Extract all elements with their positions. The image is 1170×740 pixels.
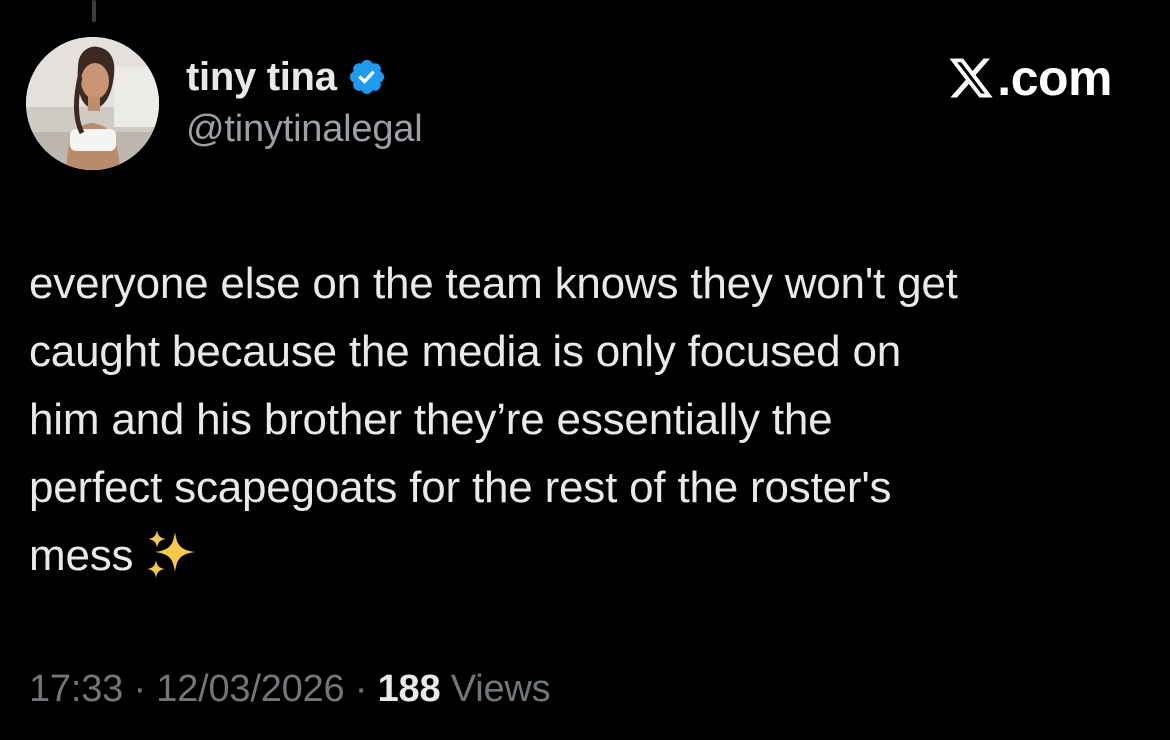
author-name-row[interactable]: tiny tina <box>186 52 387 102</box>
post-time[interactable]: 17:33 <box>29 668 123 710</box>
post-meta: 17:33 · 12/03/2026 · 188 Views <box>29 668 551 711</box>
sparkles-icon <box>143 526 199 582</box>
author-handle[interactable]: @tinytinalegal <box>186 108 423 151</box>
brand-domain-text: .com <box>997 50 1112 106</box>
views-label: Views <box>440 668 551 710</box>
post-date[interactable]: 12/03/2026 <box>156 668 344 710</box>
thread-connector-line <box>92 0 96 22</box>
avatar[interactable] <box>26 37 159 170</box>
meta-separator: · <box>123 668 157 710</box>
x-logo-icon <box>947 54 995 102</box>
brand-watermark: .com <box>947 50 1112 106</box>
avatar-photo <box>26 37 159 170</box>
verified-badge-icon[interactable] <box>347 57 387 97</box>
views-count[interactable]: 188 <box>378 668 441 710</box>
author-display-name[interactable]: tiny tina <box>186 55 337 100</box>
post-body: everyone else on the team knows they won… <box>29 250 1139 590</box>
meta-separator: · <box>344 668 378 710</box>
